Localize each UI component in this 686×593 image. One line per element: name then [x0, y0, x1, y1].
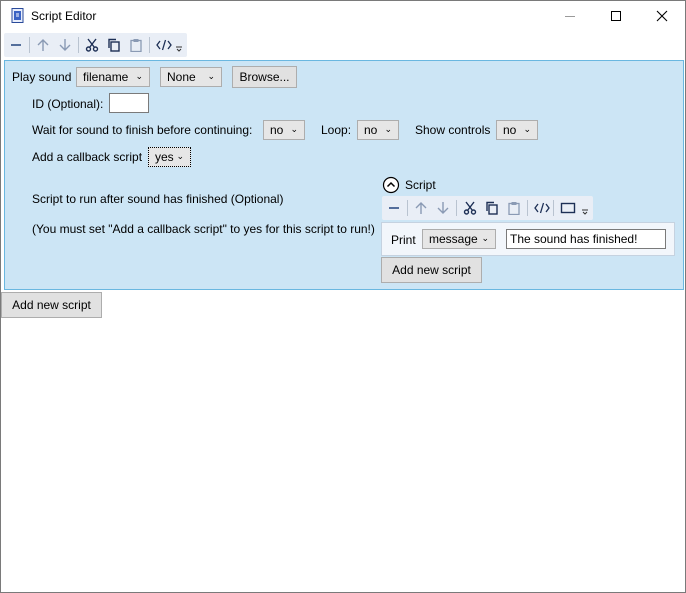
main-toolbar [4, 33, 187, 57]
arrow-up-icon [415, 202, 427, 214]
loop-value: no [364, 123, 378, 137]
loop-select[interactable]: no ⌄ [357, 120, 399, 140]
code-view-button[interactable] [153, 33, 173, 57]
add-new-script-button[interactable]: Add new script [1, 292, 102, 318]
chevron-down-icon: ⌄ [523, 124, 531, 134]
overflow-chevron-icon [176, 46, 182, 52]
maximize-icon [611, 11, 621, 21]
arrow-down-icon [437, 202, 449, 214]
paste-button[interactable] [126, 33, 146, 57]
scissors-icon [85, 38, 99, 52]
copy-button[interactable] [104, 33, 124, 57]
show-controls-select[interactable]: no ⌄ [496, 120, 538, 140]
window-title: Script Editor [31, 9, 97, 23]
chevron-down-icon: ⌄ [481, 233, 489, 243]
close-button[interactable] [639, 1, 685, 31]
clipboard-icon [508, 202, 520, 215]
callback-value: yes [155, 150, 174, 164]
chevron-down-icon: ⌄ [290, 124, 298, 134]
toolbar-separator [553, 200, 554, 216]
copy-button[interactable] [482, 196, 502, 220]
rectangle-icon [560, 202, 576, 214]
delete-button[interactable] [384, 196, 404, 220]
id-label: ID (Optional): [32, 97, 104, 111]
wait-label: Wait for sound to finish before continui… [32, 123, 253, 137]
move-down-button[interactable] [55, 33, 75, 57]
maximize-button[interactable] [593, 1, 639, 31]
move-up-button[interactable] [411, 196, 431, 220]
move-down-button[interactable] [433, 196, 453, 220]
script-editor-window: Script Editor Play sound filename ⌄ None… [0, 0, 686, 593]
callback-note-label: (You must set "Add a callback script" to… [32, 222, 375, 236]
play-sound-panel: Play sound filename ⌄ None ⌄ Browse... I… [4, 60, 684, 290]
print-type-select[interactable]: message ⌄ [422, 229, 496, 249]
print-type-value: message [429, 232, 478, 246]
after-sound-label: Script to run after sound has finished (… [32, 192, 284, 206]
show-controls-value: no [503, 123, 517, 137]
wait-select[interactable]: no ⌄ [263, 120, 305, 140]
scissors-icon [463, 201, 477, 215]
cut-button[interactable] [82, 33, 102, 57]
loop-label: Loop: [321, 123, 352, 137]
add-sub-script-button[interactable]: Add new script [381, 257, 482, 283]
toolbar-separator [29, 37, 30, 53]
browse-button[interactable]: Browse... [232, 66, 297, 88]
script-toolbar [382, 196, 593, 220]
overflow-chevron-icon [582, 209, 588, 215]
minus-icon [389, 207, 399, 209]
code-view-button[interactable] [531, 196, 551, 220]
callback-label: Add a callback script [32, 150, 143, 164]
callback-select[interactable]: yes ⌄ [148, 147, 191, 167]
title-bar: Script Editor [1, 1, 685, 31]
minus-icon [11, 44, 21, 46]
arrow-up-icon [37, 39, 49, 51]
wait-value: no [270, 123, 284, 137]
print-message-input[interactable]: The sound has finished! [506, 229, 666, 249]
toolbar-separator [149, 37, 150, 53]
copy-icon [108, 38, 120, 52]
play-sound-label: Play sound [12, 70, 72, 84]
minimize-button[interactable] [547, 1, 593, 31]
print-label: Print [391, 233, 416, 247]
chevron-up-circle-icon [382, 176, 400, 194]
sound-file-select[interactable]: None ⌄ [160, 67, 222, 87]
delete-button[interactable] [6, 33, 26, 57]
toolbar-separator [456, 200, 457, 216]
code-icon [534, 202, 550, 214]
paste-button[interactable] [504, 196, 524, 220]
collapse-script-button[interactable] [382, 176, 400, 194]
app-icon [11, 8, 25, 24]
chevron-down-icon: ⌄ [176, 151, 184, 161]
copy-icon [486, 201, 498, 215]
arrow-down-icon [59, 39, 71, 51]
cut-button[interactable] [460, 196, 480, 220]
move-up-button[interactable] [33, 33, 53, 57]
toolbar-overflow-button[interactable] [173, 33, 185, 57]
close-icon [656, 10, 668, 22]
toolbar-separator [78, 37, 79, 53]
print-script-item: Print message ⌄ The sound has finished! [381, 222, 675, 256]
sound-source-select[interactable]: filename ⌄ [76, 67, 150, 87]
sound-source-value: filename [83, 70, 129, 84]
chevron-down-icon: ⌄ [384, 124, 392, 134]
chevron-down-icon: ⌄ [207, 71, 215, 81]
script-section-header: Script [405, 178, 436, 192]
minimize-icon [565, 16, 575, 17]
layout-view-button[interactable] [557, 196, 577, 220]
sound-file-value: None [167, 70, 196, 84]
toolbar-overflow-button[interactable] [579, 196, 591, 220]
chevron-down-icon: ⌄ [135, 71, 143, 81]
toolbar-separator [407, 200, 408, 216]
clipboard-icon [130, 39, 142, 52]
code-icon [156, 39, 172, 51]
id-input[interactable] [109, 93, 149, 113]
show-controls-label: Show controls [415, 123, 491, 137]
toolbar-separator [527, 200, 528, 216]
